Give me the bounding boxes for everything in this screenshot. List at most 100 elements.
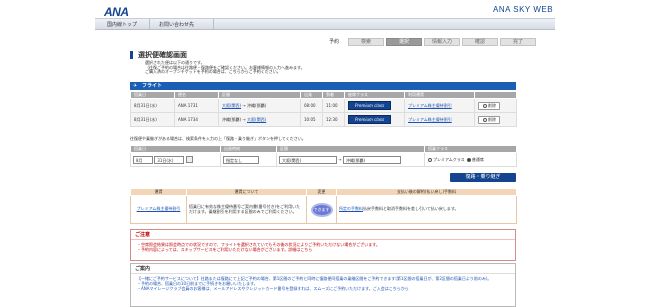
flight-route: 沖縄(那覇) → 大阪(関西) [218,112,301,127]
return-transfer-button[interactable]: 復路・乗り継ぎ [450,173,516,182]
delete-icon [483,103,487,108]
search-note: 往復便や乗継ぎがある場合は、検索条件を入力の上「復路・乗り継ぎ」ボタンを押してく… [130,136,306,141]
table-row: 8月31日(水) ANA 1734 沖縄(那覇) → 大阪(関西) 10:05 … [130,112,517,127]
fare-link[interactable]: プレミアム株主優待割引 [408,117,452,122]
search-form: 搭乗日 出発時刻 区間 搭乗クラス 8月 31日(水) 指定なし 大阪(関西) … [130,145,517,167]
cancel-fee-link[interactable]: 所定の手数料 [339,206,363,211]
flight-section-header: ✈ フライト [130,82,516,90]
flight-table: 搭乗日 便名 区間 出発 到着 座席クラス 利用運賃 8月31日(水) ANA … [130,91,517,127]
from-select[interactable]: 大阪(関西) [279,155,337,164]
flight-date: 8月31日(水) [130,112,175,127]
delete-icon [483,117,487,122]
step-complete: 完了 [500,38,536,46]
col-fare-name: 運賃 [130,188,187,196]
ana-logo[interactable]: ANA [104,5,129,19]
fare-name-link[interactable]: プレミアム株主優待割引 [137,206,181,211]
route-from: 沖縄(那覇) [222,116,242,122]
search-form-row: 8月 31日(水) 指定なし 大阪(関西) → 沖縄(那覇) プレミアムクラス … [130,152,517,167]
col-date: 搭乗日 [130,91,175,99]
flight-number: ANA 1734 [174,112,219,127]
delete-button[interactable]: 削除 [478,115,500,124]
flight-date: 8月31日(水) [130,98,175,113]
seat-class: Premium class [344,98,405,113]
flight-number: ANA 1731 [174,98,219,113]
change-badge: できます [310,202,333,217]
caution-box: ご注意 ・空席照会結果は照会時点での状況ですので、フライトを選択されていてもその… [130,229,516,261]
caution-line: ・予約内容によっては、スキップサービスをご利用いただけない場合がございます。詳細… [137,247,313,252]
seat-class: Premium class [344,112,405,127]
route-arrow: → [242,102,246,108]
action-cell: 削除 [474,112,517,127]
month-select[interactable]: 8月 [133,155,153,164]
col-section: 区間 [276,145,425,153]
col-change: 変更 [306,188,337,196]
fare-table: 運賃 運賃について 変更 支払い後の解約(払い戻し)手数料 プレミアム株主優待割… [130,188,517,224]
step-confirm: 確認 [462,38,498,46]
col-board-date: 搭乗日 [130,145,221,153]
col-fare-about: 運賃について [186,188,307,196]
nav-divider [149,19,150,30]
day-select[interactable]: 31日(水) [154,155,185,164]
premium-class-radio[interactable] [428,157,432,162]
progress-steps: 予約 検索 選択 情報入力 確認 完了 [328,38,536,46]
premium-class-badge: Premium class [348,101,392,110]
route-arrow-icon: → [338,156,342,162]
calendar-icon[interactable] [185,156,193,163]
col-dep: 出発 [300,91,323,99]
normal-class-radio[interactable] [466,157,471,162]
nav-domestic-top[interactable]: 国内線トップ [107,21,137,28]
top-nav: 国内線トップ お問い合わせ先 [95,18,555,30]
search-form-header: 搭乗日 出発時刻 区間 搭乗クラス [130,145,517,153]
flight-table-header: 搭乗日 便名 区間 出発 到着 座席クラス 利用運賃 [130,91,517,99]
premium-class-label: プレミアムクラス [433,156,465,162]
route-to-link[interactable]: 大阪(関西) [247,117,266,122]
table-row: プレミアム株主優待割引 搭乗日に有効な株主優待番号ご案内書(番号付き)をご利用い… [130,195,517,224]
step-info: 情報入力 [424,38,460,46]
step-search: 検索 [348,38,384,46]
guide-box: ご案内 【一緒にご予約サービスについて】往路または復路にて上記ご予約の場合、第1… [130,263,516,307]
intro-line: ご購入済のオープンチケットを予約の場合は、こちらからご予約ください。 [145,69,281,75]
route-to: 沖縄(那覇) [247,102,267,108]
arr-time: 12:30 [322,112,345,127]
flight-section-title: フライト [142,83,163,89]
route-arrow: → [242,116,246,122]
col-fare: 利用運賃 [404,91,475,99]
col-action [474,91,517,99]
time-select[interactable]: 指定なし [223,155,259,164]
fare-cell: プレミアム株主優待割引 [404,98,475,113]
fare-table-header: 運賃 運賃について 変更 支払い後の解約(払い戻し)手数料 [130,188,517,196]
fare-desc: 搭乗日に有効な株主優待番号ご案内書(番号付き)をご利用いただけます。乗継割引を利… [186,195,307,224]
dep-time: 08:00 [300,98,323,113]
guide-title: ご案内 [131,264,515,274]
route-from-link[interactable]: 大阪(関西) [222,103,241,108]
caution-title: ご注意 [131,230,515,240]
cancel-desc: 払戻手数料と取消手数料を差し引いて払い戻します。 [363,206,459,212]
col-route: 区間 [218,91,301,99]
col-seat: 座席クラス [344,91,405,99]
delete-button[interactable]: 削除 [478,101,500,110]
page-title: 選択便確認画面 [130,51,187,59]
airplane-icon: ✈ [133,83,138,89]
guide-line[interactable]: ・ANAマイレージクラブ会員のお客様は、メールアドレスやクレジットカード番号を登… [137,286,509,291]
step-label: 予約 [328,38,346,46]
col-arr: 到着 [322,91,345,99]
nav-divider [213,19,214,30]
fare-link[interactable]: プレミアム株主優待割引 [408,103,452,108]
fare-cell: プレミアム株主優待割引 [404,112,475,127]
premium-class-badge: Premium class [348,115,392,124]
arr-time: 11:00 [322,98,345,113]
col-flight: 便名 [174,91,219,99]
intro-text: 選択された便は以下の通りです。 （往復ご予約の場合は往路便・復路便をご確認くださ… [145,60,505,75]
to-select[interactable]: 沖縄(那覇) [342,155,401,164]
col-class: 搭乗クラス [424,145,517,153]
ana-skyweb-logo[interactable]: ANA SKY WEB [493,5,553,14]
action-cell: 削除 [474,98,517,113]
col-cancel: 支払い後の解約(払い戻し)手数料 [336,188,517,196]
dep-time: 10:05 [300,112,323,127]
table-row: 8月31日(水) ANA 1731 大阪(関西) → 沖縄(那覇) 08:00 … [130,98,517,113]
normal-class-label: 普通席 [471,156,484,162]
flight-route: 大阪(関西) → 沖縄(那覇) [218,98,301,113]
nav-contact[interactable]: お問い合わせ先 [159,21,194,28]
step-select: 選択 [386,38,422,46]
col-dep-time: 出発時刻 [220,145,277,153]
